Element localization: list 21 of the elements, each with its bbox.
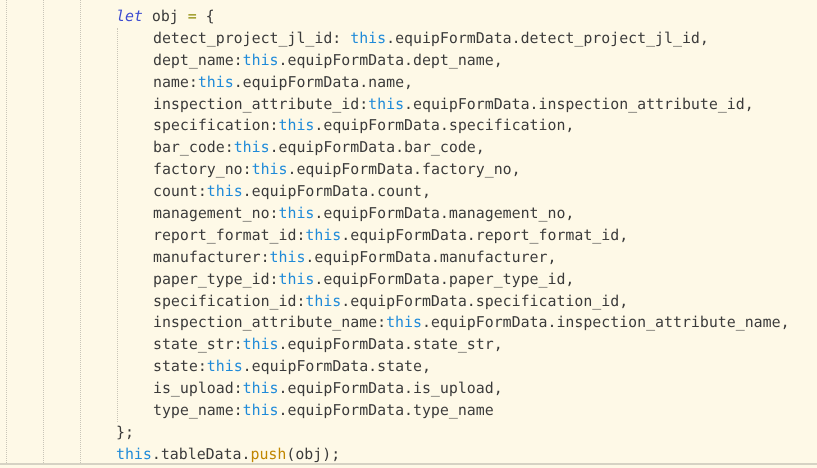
code-line: detect_project_jl_id: this.equipFormData.detect_project_jl_id, (153, 28, 710, 49)
code-line: is_upload:this.equipFormData.is_upload, (153, 378, 504, 400)
code-line: report_format_id:this.equipFormData.report_format_id, (153, 224, 630, 246)
code-line: let obj = { (116, 6, 216, 27)
code-line: manufacturer:this.equipFormData.manufacturer, (153, 246, 558, 268)
code-line: state_str:this.equipFormData.state_str, (153, 334, 504, 356)
code-line: name:this.equipFormData.name, (153, 72, 414, 93)
code-line: inspection_attribute_id:this.equipFormData.inspection_attribute_id, (153, 94, 755, 115)
code-line: management_no:this.equipFormData.management_no, (153, 203, 576, 224)
code-line: count:this.equipFormData.count, (153, 181, 432, 202)
code-line: bar_code:this.equipFormData.bar_code, (153, 137, 486, 158)
code-line: specification_id:this.equipFormData.specification_id, (153, 290, 630, 312)
code-line: state:this.equipFormData.state, (153, 356, 432, 378)
code-line: factory_no:this.equipFormData.factory_no, (153, 159, 522, 180)
code-line: dept_name:this.equipFormData.dept_name, (153, 50, 504, 71)
code-line: specification:this.equipFormData.specification, (153, 115, 576, 136)
code-line: paper_type_id:this.equipFormData.paper_type_id, (153, 268, 576, 290)
code-line: type_name:this.equipFormData.type_name (153, 400, 495, 422)
code-line: inspection_attribute_name:this.equipFormData.inspection_attribute_name, (153, 312, 790, 334)
code-line: this.tableData.push(obj); (116, 444, 342, 463)
code-line: }; (116, 422, 135, 443)
